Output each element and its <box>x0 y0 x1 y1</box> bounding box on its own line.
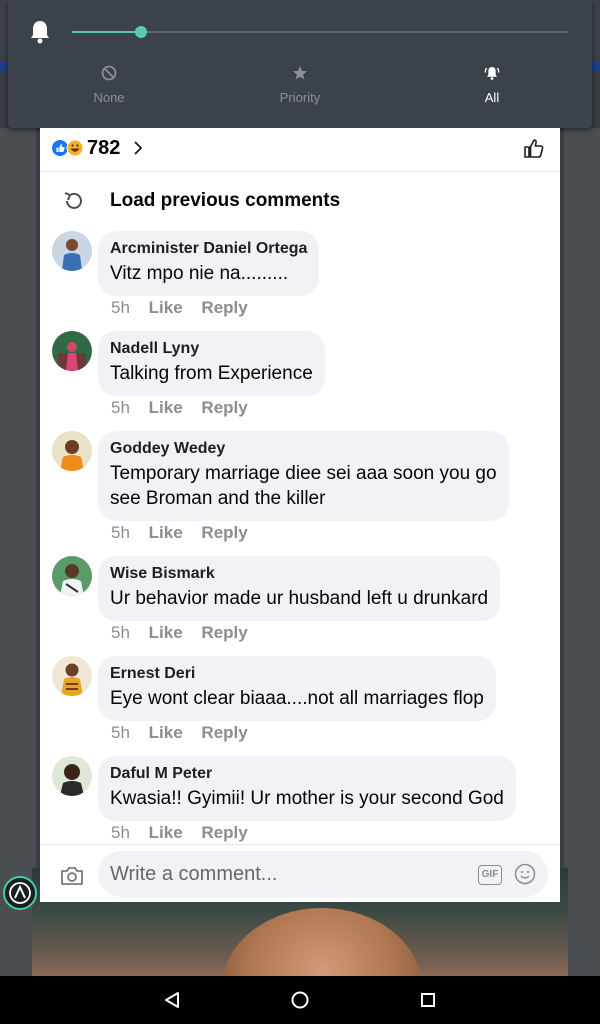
load-previous-comments[interactable]: Load previous comments <box>40 182 560 218</box>
reactions-bar[interactable]: 782 <box>40 128 560 172</box>
avatar[interactable] <box>52 656 92 696</box>
reply-link[interactable]: Reply <box>201 398 247 417</box>
comment-text: Vitz mpo nie na......... <box>110 263 289 284</box>
comment-actions: 5h Like Reply <box>111 623 262 643</box>
back-icon[interactable] <box>163 991 181 1009</box>
comment-author[interactable]: Wise Bismark <box>110 565 488 583</box>
comment-time: 5h <box>111 723 130 742</box>
comment-text: Kwasia!! Gyimii! Ur mother is your secon… <box>110 788 504 809</box>
comment-text: Eye wont clear biaaa....not all marriage… <box>110 688 484 709</box>
comment-bubble[interactable]: Nadell Lyny Talking from Experience <box>98 331 325 396</box>
avatar[interactable] <box>52 556 92 596</box>
floating-assistant-button[interactable] <box>3 876 37 910</box>
reply-link[interactable]: Reply <box>201 523 247 542</box>
mode-priority[interactable]: Priority <box>240 64 360 105</box>
reply-link[interactable]: Reply <box>201 298 247 317</box>
comment-time: 5h <box>111 523 130 542</box>
reaction-icons <box>52 139 84 157</box>
mode-all-label: All <box>484 90 500 105</box>
refresh-icon <box>64 192 82 209</box>
comment-actions: 5h Like Reply <box>111 398 262 418</box>
assistant-icon <box>9 882 31 904</box>
reply-link[interactable]: Reply <box>201 823 247 842</box>
volume-slider-fill <box>72 31 141 33</box>
like-link[interactable]: Like <box>149 398 183 417</box>
comments-panel: 782 Load previous comments Arcminister D… <box>40 128 560 902</box>
camera-icon[interactable] <box>60 866 84 886</box>
chevron-right-icon <box>134 141 143 155</box>
comment-text: Talking from Experience <box>110 363 313 384</box>
like-link[interactable]: Like <box>149 623 183 642</box>
background-app-left <box>0 128 36 976</box>
comment-author[interactable]: Goddey Wedey <box>110 440 497 458</box>
gif-button[interactable]: GIF <box>478 865 502 885</box>
comment-bubble[interactable]: Goddey Wedey Temporary marriage diee sei… <box>98 431 509 521</box>
avatar[interactable] <box>52 756 92 796</box>
recent-apps-icon[interactable] <box>420 992 436 1008</box>
load-previous-label: Load previous comments <box>110 190 341 211</box>
block-icon <box>101 65 117 81</box>
home-icon[interactable] <box>290 990 310 1010</box>
avatar[interactable] <box>52 431 92 471</box>
comment-time: 5h <box>111 623 130 642</box>
mode-priority-label: Priority <box>279 90 321 105</box>
bell-ring-icon <box>484 67 500 80</box>
like-link[interactable]: Like <box>149 723 183 742</box>
comment-author[interactable]: Nadell Lyny <box>110 340 313 358</box>
notification-shade: None Priority All <box>0 0 600 128</box>
like-link[interactable]: Like <box>149 823 183 842</box>
avatar[interactable] <box>52 231 92 271</box>
comment-bubble[interactable]: Daful M Peter Kwasia!! Gyimii! Ur mother… <box>98 756 516 821</box>
comment-time: 5h <box>111 298 130 317</box>
comment-bubble[interactable]: Ernest Deri Eye wont clear biaaa....not … <box>98 656 496 721</box>
comment-bubble[interactable]: Wise Bismark Ur behavior made ur husband… <box>98 556 501 621</box>
comment-actions: 5h Like Reply <box>111 723 262 743</box>
comment-bubble[interactable]: Arcminister Daniel Ortega Vitz mpo nie n… <box>98 231 320 296</box>
comment-text: Temporary marriage diee sei aaa soon you… <box>110 461 497 511</box>
comment-author[interactable]: Daful M Peter <box>110 765 504 783</box>
like-link[interactable]: Like <box>149 523 183 542</box>
system-nav-bar <box>0 976 600 1024</box>
comment-actions: 5h Like Reply <box>111 823 262 843</box>
reply-link[interactable]: Reply <box>201 623 247 642</box>
comment-actions: 5h Like Reply <box>111 523 262 543</box>
like-link[interactable]: Like <box>149 298 183 317</box>
emoji-icon[interactable] <box>514 863 536 885</box>
comment-text: Ur behavior made ur husband left u drunk… <box>110 588 489 609</box>
comment-input[interactable]: Write a comment... GIF <box>98 851 548 897</box>
comment-author[interactable]: Ernest Deri <box>110 665 484 683</box>
mode-none[interactable]: None <box>49 64 169 105</box>
comment-author[interactable]: Arcminister Daniel Ortega <box>110 240 307 258</box>
comment-text-line: see Broman and the killer <box>110 488 326 509</box>
like-icon[interactable] <box>523 137 545 159</box>
comment-actions: 5h Like Reply <box>111 298 262 318</box>
background-app-right <box>564 128 600 976</box>
bell-icon[interactable] <box>28 19 52 45</box>
mode-all[interactable]: All <box>432 64 552 105</box>
avatar[interactable] <box>52 331 92 371</box>
comment-input-placeholder: Write a comment... <box>110 863 278 885</box>
star-icon <box>293 66 307 80</box>
reply-link[interactable]: Reply <box>201 723 247 742</box>
comment-text-line: Temporary marriage diee sei aaa soon you… <box>110 463 497 484</box>
reaction-count: 782 <box>87 137 121 159</box>
comment-composer: Write a comment... GIF <box>40 844 560 902</box>
volume-slider-thumb[interactable] <box>135 26 147 38</box>
comment-time: 5h <box>111 398 130 417</box>
comment-time: 5h <box>111 823 130 842</box>
mode-none-label: None <box>93 90 125 105</box>
